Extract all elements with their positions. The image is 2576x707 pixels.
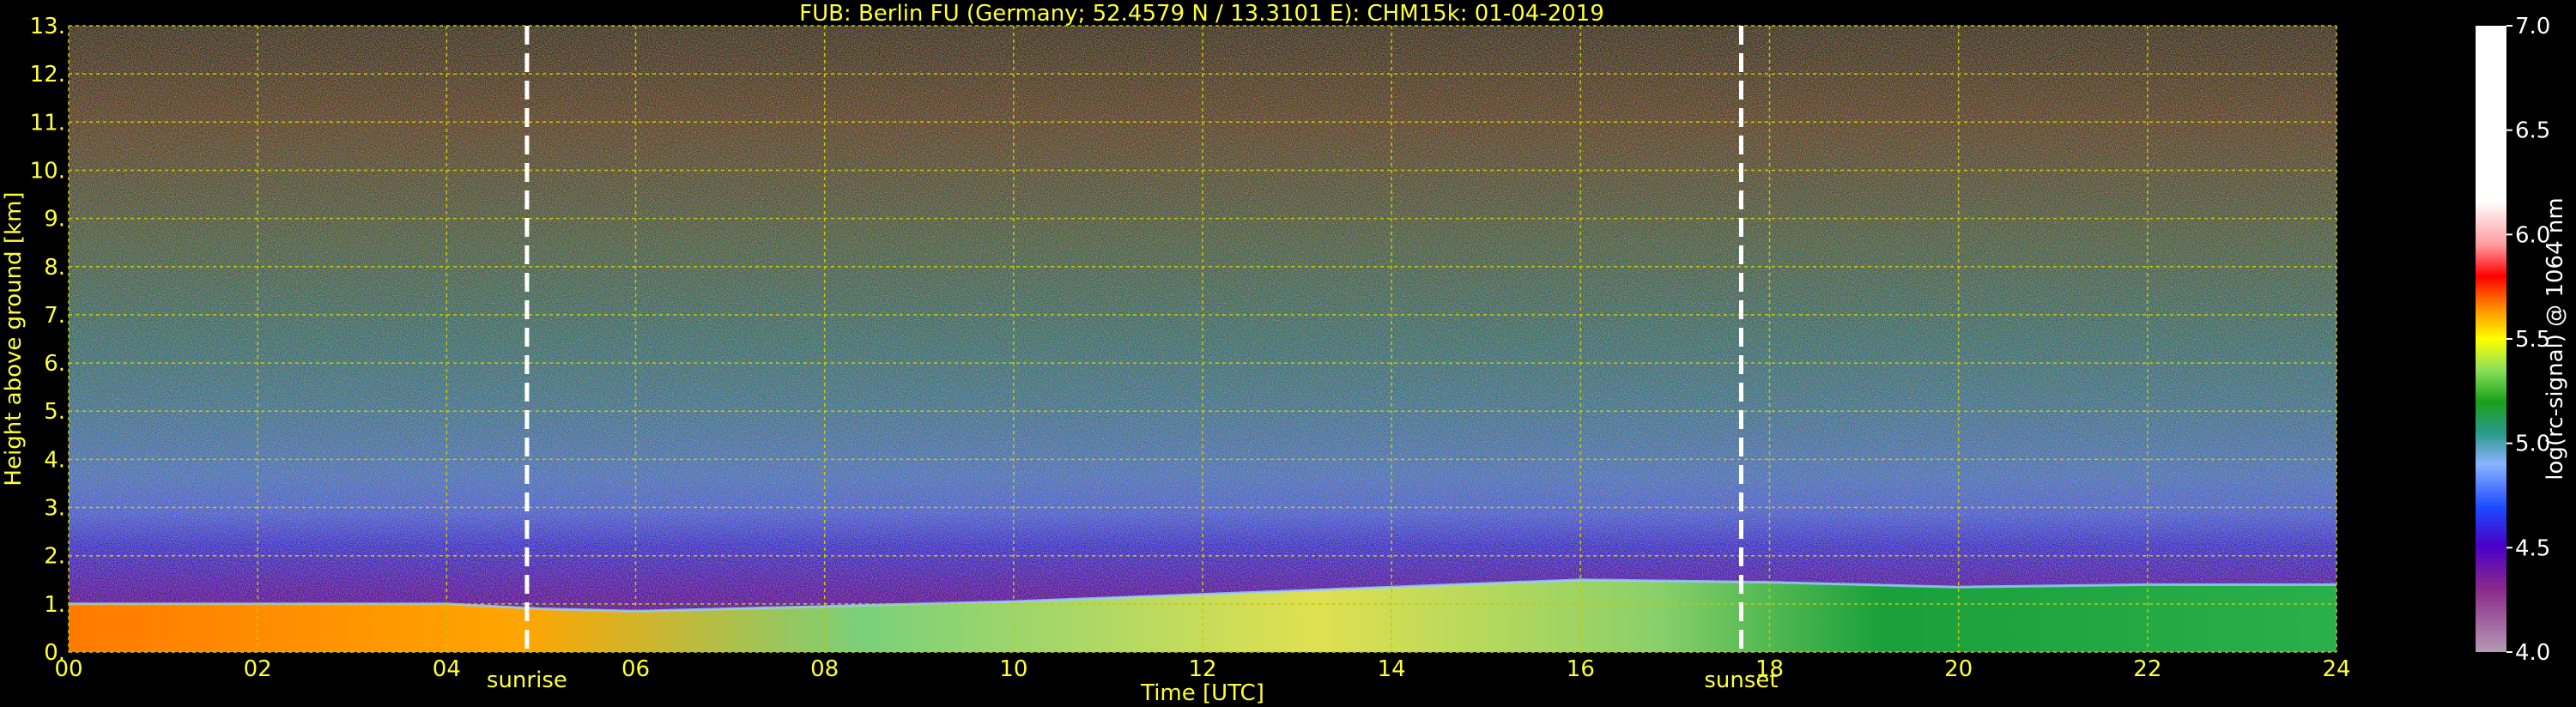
event-label-sunset: sunset [1704,668,1778,693]
x-tick-label: 14 [1378,656,1406,682]
x-tick-label: 08 [810,656,839,682]
y-axis-ticks: 0.1.2.3.4.5.6.7.8.9.10.11.12.13. [30,14,65,666]
x-tick-label: 10 [999,656,1027,682]
x-tick-label: 24 [2322,656,2350,682]
y-tick-label: 9. [44,207,65,233]
x-tick-label: 22 [2133,656,2161,682]
y-tick-label: 13. [30,14,65,39]
colorbar-scale [2476,26,2506,652]
x-tick-label: 06 [621,656,650,682]
colorbar-label: log(rc-signal) @ 1064 nm [2543,197,2568,480]
y-tick-label: 12. [30,62,65,88]
colorbar-tick-label: 6.5 [2515,118,2550,144]
x-tick-label: 20 [1944,656,1973,682]
x-axis-ticks: 00 02 04 06 08 10 12 14 16 18 20 22 24 [54,656,2350,682]
x-tick-label: 04 [433,656,461,682]
x-tick-label: 12 [1188,656,1216,682]
y-tick-label: 11. [30,110,65,136]
y-tick-label: 5. [44,399,65,425]
y-tick-label: 2. [44,544,65,570]
y-tick-label: 6. [44,351,65,377]
signal-noise [69,26,2337,652]
y-tick-label: 1. [44,592,65,618]
y-axis-label: Height above ground [km] [1,191,27,486]
y-tick-label: 3. [44,496,65,522]
event-label-sunrise: sunrise [487,668,567,693]
colorbar-tick-label: 7.0 [2515,14,2550,39]
y-tick-label: 7. [44,303,65,329]
y-tick-label: 8. [44,255,65,281]
x-tick-label: 00 [54,656,82,682]
y-tick-label: 10. [30,158,65,184]
y-tick-label: 4. [44,447,65,473]
x-tick-label: 16 [1567,656,1595,682]
ceilometer-chart: 0.1.2.3.4.5.6.7.8.9.10.11.12.13. 00 02 04 0… [1,1,2568,706]
colorbar-tick-label: 4.5 [2515,535,2550,561]
colorbar: 4.04.55.05.56.06.57.0 log(rc-signal) @ 1… [2476,14,2568,666]
plot-area [68,25,2337,653]
x-axis-label: Time [UTC] [1140,680,1264,706]
x-tick-label: 02 [244,656,272,682]
chart-title: FUB: Berlin FU (Germany; 52.4579 N / 13.… [799,1,1604,27]
colorbar-tick-label: 4.0 [2515,640,2550,666]
